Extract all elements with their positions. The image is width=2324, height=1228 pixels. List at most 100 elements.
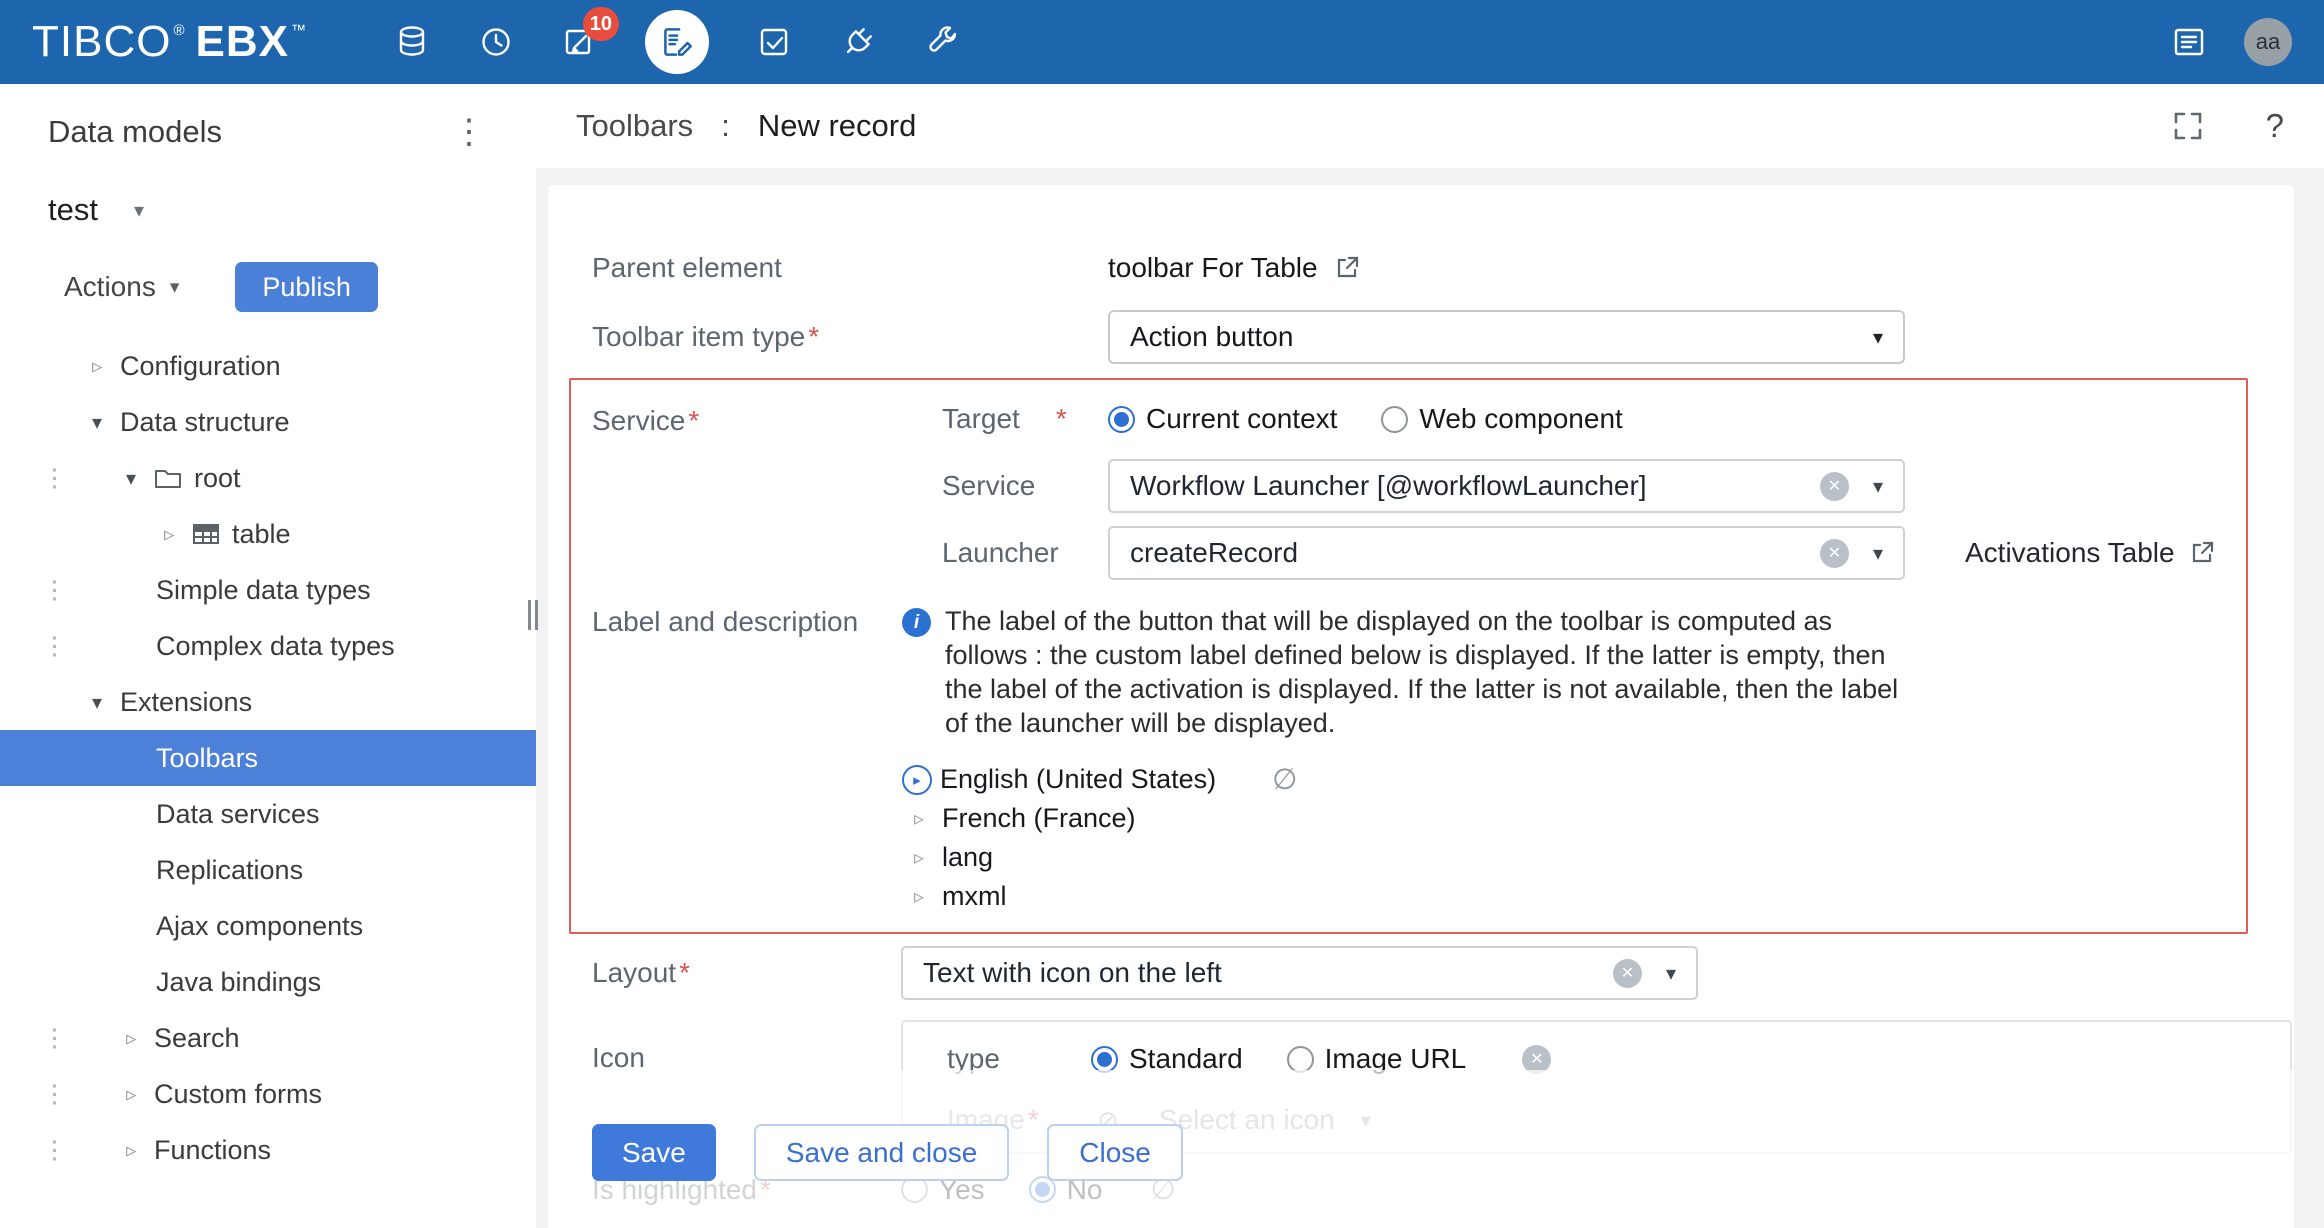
target-option-current-context[interactable]: Current context bbox=[1108, 403, 1337, 435]
drag-handle-icon[interactable]: ⋮ bbox=[42, 1082, 67, 1107]
toolbar-item-type-select[interactable]: Action button ▾ bbox=[1108, 310, 1905, 364]
tree-item-root[interactable]: ⋮ ▾ root bbox=[0, 450, 536, 506]
tree-item-data-services[interactable]: Data services bbox=[0, 786, 536, 842]
publish-button[interactable]: Publish bbox=[235, 262, 378, 312]
locale-label: mxml bbox=[942, 881, 1006, 912]
tree-item-table[interactable]: ▹ table bbox=[0, 506, 536, 562]
target-row: Target* Current context Web component bbox=[902, 392, 2246, 446]
locale-french[interactable]: ▹ French (France) bbox=[902, 799, 2246, 838]
drag-handle-icon[interactable]: ⋮ bbox=[42, 578, 67, 603]
tree-item-complex-data-types[interactable]: ⋮ Complex data types bbox=[0, 618, 536, 674]
tree-item-configuration[interactable]: ▹ Configuration bbox=[0, 338, 536, 394]
caret-right-icon[interactable]: ▹ bbox=[126, 1082, 154, 1107]
tasks-count-badge: 10 bbox=[583, 7, 619, 41]
radio-unselected-icon[interactable] bbox=[1381, 406, 1408, 433]
drag-handle-icon[interactable]: ⋮ bbox=[42, 1026, 67, 1051]
combo-caret-icon[interactable]: ▾ bbox=[1873, 541, 1883, 566]
data-models-icon[interactable] bbox=[645, 10, 709, 74]
model-selector-value: test bbox=[48, 192, 98, 228]
radio-label[interactable]: Current context bbox=[1146, 403, 1337, 435]
user-avatar[interactable]: aa bbox=[2244, 18, 2292, 66]
save-and-close-button[interactable]: Save and close bbox=[754, 1124, 1009, 1181]
clear-icon[interactable]: ✕ bbox=[1820, 539, 1849, 568]
tibco-ebx-logo: TIBCO ® EBX ™ bbox=[32, 17, 307, 67]
combo-caret-icon[interactable]: ▾ bbox=[1873, 474, 1883, 499]
tree-item-simple-data-types[interactable]: ⋮ Simple data types bbox=[0, 562, 536, 618]
layout-combobox[interactable]: Text with icon on the left ✕ ▾ bbox=[901, 946, 1698, 1000]
tree-item-data-structure[interactable]: ▾ Data structure bbox=[0, 394, 536, 450]
drag-handle-icon[interactable]: ⋮ bbox=[42, 1138, 67, 1163]
help-icon[interactable]: ? bbox=[2266, 107, 2284, 145]
parent-element-label: Parent element bbox=[592, 252, 1108, 284]
service-row: Service Workflow Launcher [@workflowLaun… bbox=[902, 459, 2246, 513]
tree-item-ajax-components[interactable]: Ajax components bbox=[0, 898, 536, 954]
tasks-icon[interactable]: 10 bbox=[561, 23, 599, 61]
sidebar-resize-handle[interactable] bbox=[528, 600, 542, 630]
target-option-web-component[interactable]: Web component bbox=[1381, 403, 1622, 435]
model-selector[interactable]: test ▾ bbox=[0, 150, 536, 228]
locale-lang[interactable]: ▹ lang bbox=[902, 838, 2246, 877]
toolbar-item-type-value: Action button bbox=[1130, 321, 1293, 353]
service-combobox[interactable]: Workflow Launcher [@workflowLauncher] ✕ … bbox=[1108, 459, 1905, 513]
caret-right-icon[interactable]: ▹ bbox=[164, 522, 192, 547]
clear-icon[interactable]: ✕ bbox=[1613, 959, 1642, 988]
fullscreen-icon[interactable] bbox=[2172, 110, 2204, 142]
tree-item-label: Ajax components bbox=[156, 911, 363, 942]
caret-right-icon[interactable]: ▹ bbox=[126, 1026, 154, 1051]
datasets-icon[interactable] bbox=[393, 23, 431, 61]
breadcrumb-separator: : bbox=[721, 108, 730, 144]
external-link-icon[interactable] bbox=[1334, 255, 1360, 281]
history-clock-icon[interactable] bbox=[477, 23, 515, 61]
integrations-plug-icon[interactable] bbox=[839, 23, 877, 61]
tree-item-custom-forms[interactable]: ⋮ ▹ Custom forms bbox=[0, 1066, 536, 1122]
drag-handle-icon[interactable]: ⋮ bbox=[42, 466, 67, 491]
parent-element-row: Parent element toolbar For Table bbox=[592, 246, 2250, 290]
actions-menu[interactable]: Actions ▾ bbox=[64, 271, 179, 303]
icon-label: Icon bbox=[592, 1020, 901, 1074]
tree-item-toolbars[interactable]: Toolbars bbox=[0, 730, 536, 786]
logo-ebx-text: EBX bbox=[196, 17, 289, 67]
tree-item-label: Simple data types bbox=[156, 575, 371, 606]
sidebar-menu-kebab-icon[interactable]: ⋮ bbox=[452, 115, 486, 149]
tree-item-replications[interactable]: Replications bbox=[0, 842, 536, 898]
tree-item-label: Extensions bbox=[120, 687, 252, 718]
drag-handle-icon[interactable]: ⋮ bbox=[42, 634, 67, 659]
launcher-combobox[interactable]: createRecord ✕ ▾ bbox=[1108, 526, 1905, 580]
caret-right-icon[interactable]: ▹ bbox=[914, 806, 936, 831]
clear-icon[interactable]: ✕ bbox=[1820, 472, 1849, 501]
tree-item-label: Configuration bbox=[120, 351, 281, 382]
combo-caret-icon[interactable]: ▾ bbox=[1666, 961, 1676, 986]
caret-right-icon[interactable]: ▹ bbox=[914, 884, 936, 909]
dataspaces-icon[interactable] bbox=[755, 23, 793, 61]
save-button[interactable]: Save bbox=[592, 1124, 716, 1181]
logo-tibco-text: TIBCO bbox=[32, 17, 171, 67]
toolbar-item-type-row: Toolbar item type* Action button ▾ bbox=[592, 310, 2250, 364]
activations-table-link[interactable]: Activations Table bbox=[1965, 537, 2215, 569]
data-model-tree: ▹ Configuration ▾ Data structure ⋮ ▾ roo… bbox=[0, 338, 536, 1178]
administration-wrench-icon[interactable] bbox=[923, 23, 961, 61]
caret-down-icon[interactable]: ▾ bbox=[92, 410, 120, 435]
caret-right-icon[interactable]: ▹ bbox=[126, 1138, 154, 1163]
radio-label[interactable]: Web component bbox=[1419, 403, 1622, 435]
tree-item-search[interactable]: ⋮ ▹ Search bbox=[0, 1010, 536, 1066]
expand-locale-icon[interactable]: ▸ bbox=[902, 765, 932, 795]
toolbar-item-type-label: Toolbar item type* bbox=[592, 321, 1108, 353]
radio-selected-icon[interactable] bbox=[1091, 1046, 1118, 1073]
breadcrumb-section: Toolbars bbox=[576, 108, 693, 144]
caret-down-icon[interactable]: ▾ bbox=[126, 466, 154, 491]
locale-mxml[interactable]: ▹ mxml bbox=[902, 877, 2246, 916]
caret-right-icon[interactable]: ▹ bbox=[92, 354, 120, 379]
layout-label: Layout* bbox=[592, 957, 901, 989]
tree-item-functions[interactable]: ⋮ ▹ Functions bbox=[0, 1122, 536, 1178]
close-button[interactable]: Close bbox=[1047, 1124, 1183, 1181]
radio-unselected-icon[interactable] bbox=[1287, 1046, 1314, 1073]
tree-item-java-bindings[interactable]: Java bindings bbox=[0, 954, 536, 1010]
locale-english[interactable]: ▸ English (United States) ∅ bbox=[902, 760, 2246, 799]
radio-selected-icon[interactable] bbox=[1108, 406, 1135, 433]
caret-right-icon[interactable]: ▹ bbox=[914, 845, 936, 870]
caret-down-icon[interactable]: ▾ bbox=[92, 690, 120, 715]
tree-item-extensions[interactable]: ▾ Extensions bbox=[0, 674, 536, 730]
no-value-icon[interactable]: ∅ bbox=[1272, 762, 1297, 797]
service-label: Service bbox=[942, 470, 1108, 502]
perspectives-list-icon[interactable] bbox=[2170, 23, 2208, 61]
